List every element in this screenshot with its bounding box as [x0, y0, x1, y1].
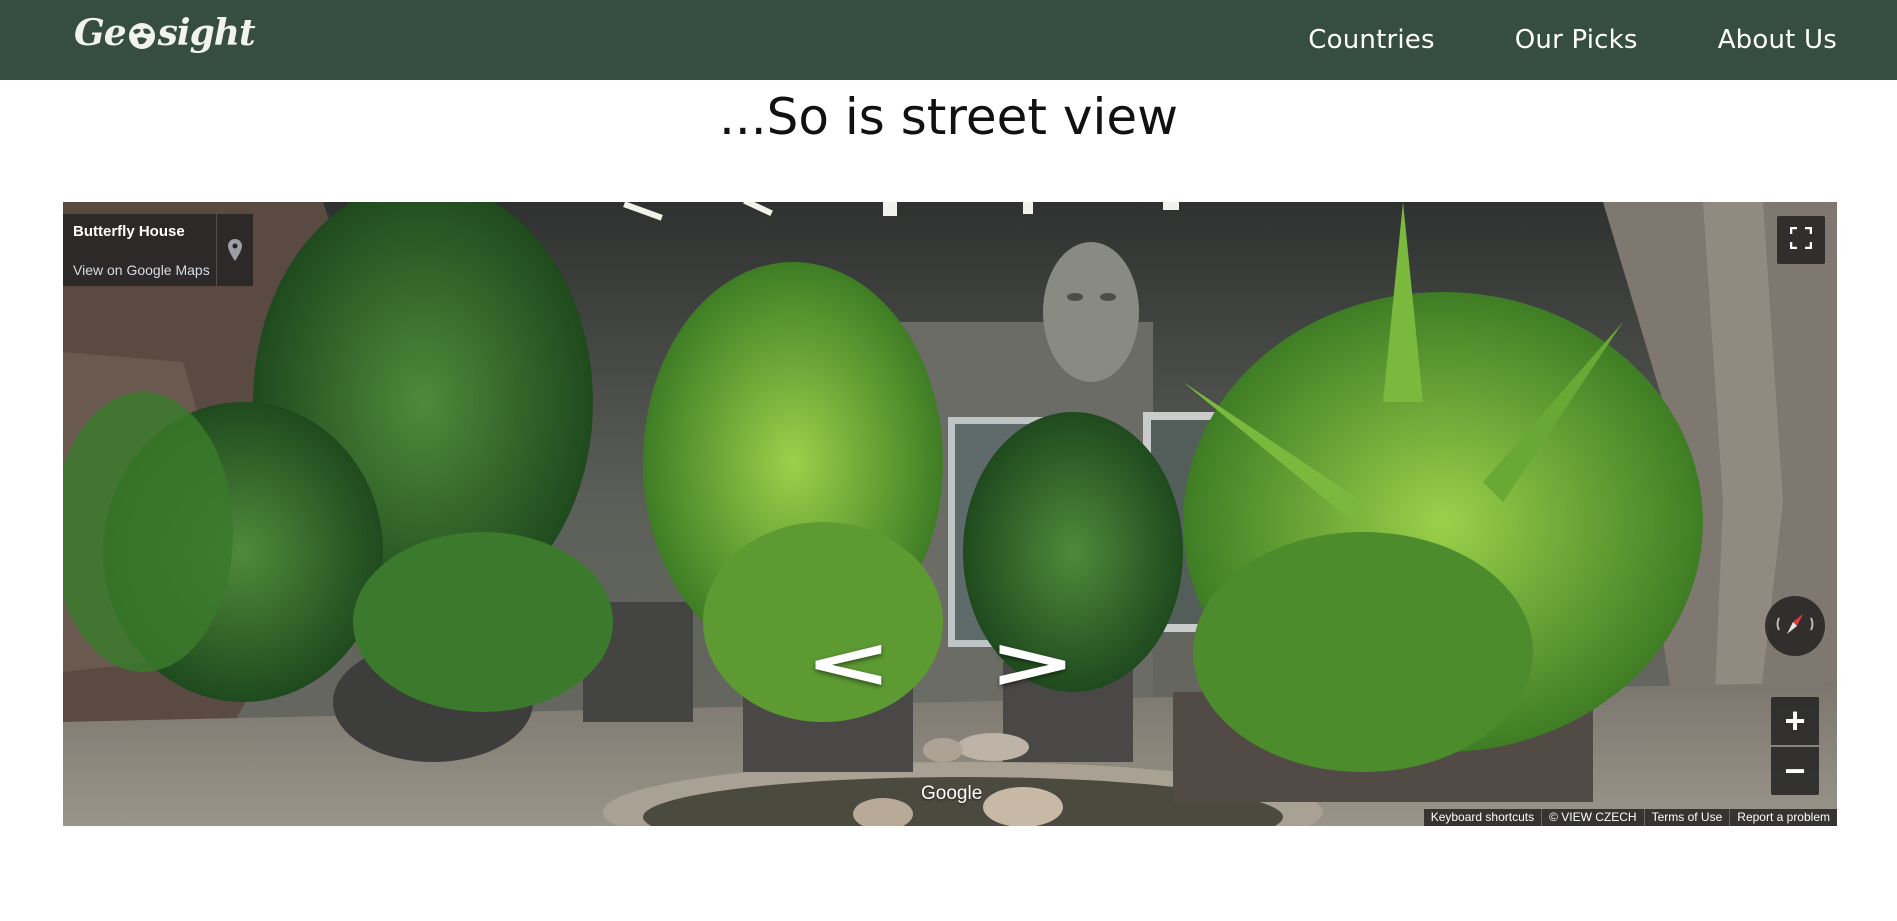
copyright-text: © VIEW CZECH	[1541, 809, 1644, 826]
view-on-google-maps-link[interactable]: View on Google Maps	[73, 262, 210, 278]
next-arrow[interactable]: >	[988, 622, 1076, 704]
page-heading: ...So is street view	[718, 88, 1178, 146]
nav-links: Countries Our Picks About Us	[1228, 0, 1837, 80]
nav-about-us[interactable]: About Us	[1718, 25, 1837, 55]
nav-countries[interactable]: Countries	[1308, 25, 1434, 55]
zoom-in-button[interactable]: +	[1771, 697, 1819, 745]
site-logo[interactable]: Ge sight	[74, 10, 256, 56]
previous-arrow[interactable]: <	[804, 622, 892, 704]
compass-icon	[1773, 602, 1817, 651]
globe-icon	[127, 18, 157, 49]
fullscreen-icon	[1789, 226, 1813, 254]
fullscreen-button[interactable]	[1777, 216, 1825, 264]
street-view-info-card: Butterfly House View on Google Maps	[63, 214, 253, 286]
street-view-panorama[interactable]: Butterfly House View on Google Maps + − …	[63, 202, 1837, 826]
terms-of-use-link[interactable]: Terms of Use	[1643, 809, 1730, 826]
keyboard-shortcuts-link[interactable]: Keyboard shortcuts	[1424, 809, 1541, 826]
street-view-footer: Keyboard shortcuts © VIEW CZECH Terms of…	[1423, 809, 1837, 826]
logo-text-left: Ge	[74, 12, 127, 54]
zoom-out-button[interactable]: −	[1771, 747, 1819, 795]
compass-button[interactable]	[1765, 596, 1825, 656]
google-logo: Google	[921, 783, 983, 804]
report-problem-link[interactable]: Report a problem	[1729, 809, 1837, 826]
panorama-image[interactable]	[63, 202, 1837, 826]
map-pin-icon[interactable]	[216, 214, 253, 286]
place-name: Butterfly House	[73, 223, 185, 240]
logo-text-right: sight	[157, 12, 256, 54]
nav-our-picks[interactable]: Our Picks	[1515, 25, 1638, 55]
navbar: Ge sight Countries Our Picks About Us	[0, 0, 1897, 80]
